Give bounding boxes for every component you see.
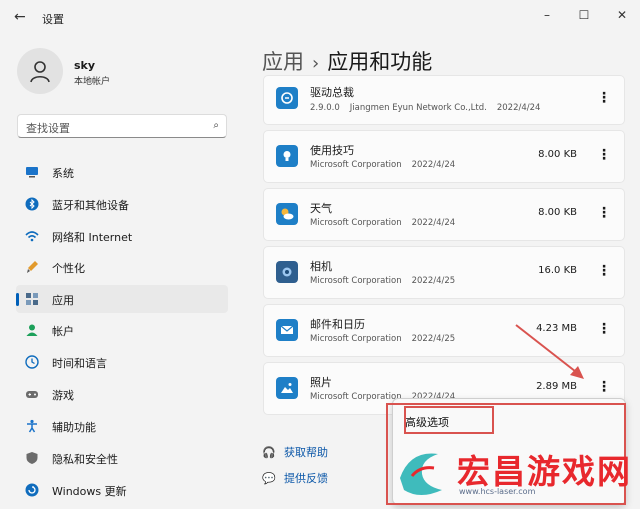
annotation-box-item <box>404 406 494 434</box>
annotation-arrow <box>515 324 581 376</box>
watermark-brand: 宏昌游戏网 <box>457 452 632 491</box>
watermark-url: www.hcs-laser.com <box>459 487 536 496</box>
watermark-logo <box>400 453 442 495</box>
